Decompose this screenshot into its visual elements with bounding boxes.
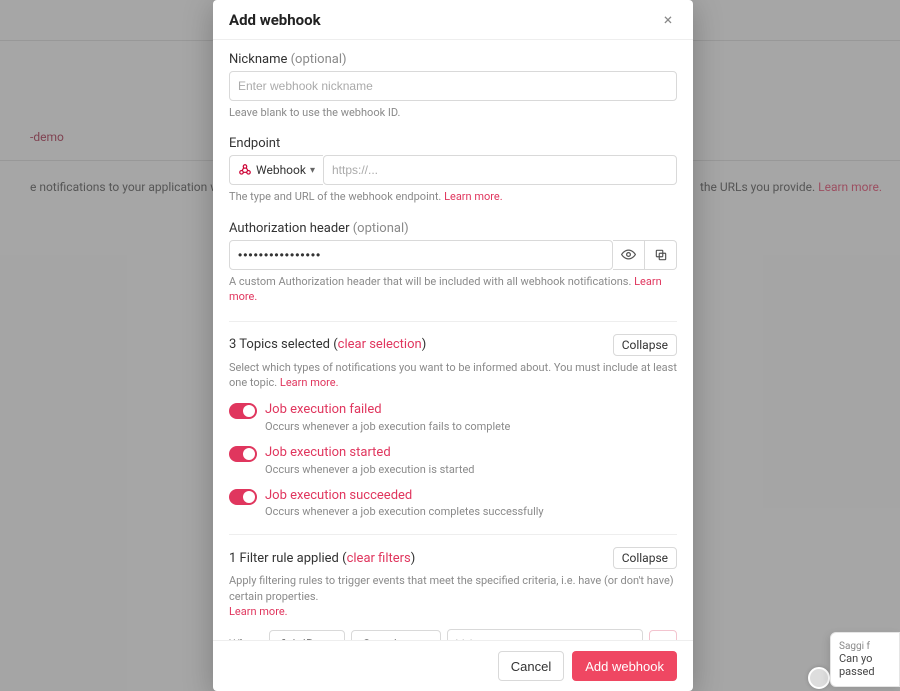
chat-widget[interactable]: Saggi f Can yo passed <box>830 632 900 687</box>
filters-learn-more-link[interactable]: Learn more. <box>229 605 288 618</box>
topics-count: 3 Topics selected (clear selection) <box>229 337 426 352</box>
auth-label: Authorization header (optional) <box>229 221 677 236</box>
divider <box>229 534 677 535</box>
topics-learn-more-link[interactable]: Learn more. <box>280 376 339 389</box>
chat-avatar[interactable] <box>808 667 830 689</box>
topic-desc: Occurs whenever a job execution complete… <box>265 505 544 518</box>
filter-field-select[interactable]: Job ID <box>269 630 345 640</box>
endpoint-learn-more-link[interactable]: Learn more. <box>444 190 503 203</box>
auth-section: Authorization header (optional) <box>229 221 677 305</box>
submit-button[interactable]: Add webhook <box>572 651 677 681</box>
topic-toggle[interactable] <box>229 403 257 419</box>
topic-desc: Occurs whenever a job execution is start… <box>265 463 475 476</box>
auth-input[interactable] <box>229 240 613 270</box>
modal-footer: Cancel Add webhook <box>213 640 693 691</box>
copy-icon <box>654 248 668 262</box>
chevron-down-icon: ▾ <box>310 165 315 176</box>
filter-more-button[interactable]: ⋯ <box>649 630 677 640</box>
endpoint-section: Endpoint Webhook ▾ The type and URL of t… <box>229 136 677 204</box>
divider <box>229 321 677 322</box>
nickname-section: Nickname (optional) Leave blank to use t… <box>229 52 677 120</box>
topics-section: 3 Topics selected (clear selection) Coll… <box>229 334 677 519</box>
cancel-button[interactable]: Cancel <box>498 651 564 681</box>
topic-item: Job execution failed Occurs whenever a j… <box>229 402 677 433</box>
chat-sender: Saggi f <box>839 641 891 652</box>
endpoint-label: Endpoint <box>229 136 677 151</box>
modal-header: Add webhook × <box>213 0 693 40</box>
auth-help: A custom Authorization header that will … <box>229 274 677 305</box>
nickname-label: Nickname (optional) <box>229 52 677 67</box>
close-icon[interactable]: × <box>659 10 677 29</box>
topic-title[interactable]: Job execution failed <box>265 402 510 418</box>
filters-count: 1 Filter rule applied (clear filters) <box>229 551 415 566</box>
modal-title: Add webhook <box>229 11 321 29</box>
nickname-help: Leave blank to use the webhook ID. <box>229 105 677 120</box>
topic-title[interactable]: Job execution succeeded <box>265 488 544 504</box>
endpoint-url-input[interactable] <box>323 155 677 185</box>
filters-help: Apply filtering rules to trigger events … <box>229 573 677 619</box>
topic-toggle[interactable] <box>229 446 257 462</box>
topics-collapse-button[interactable]: Collapse <box>613 334 677 356</box>
topic-item: Job execution succeeded Occurs whenever … <box>229 488 677 519</box>
nickname-input[interactable] <box>229 71 677 101</box>
chat-line: Can yo <box>839 652 891 665</box>
viewport: -demo e notifications to your applicatio… <box>0 0 900 691</box>
filters-collapse-button[interactable]: Collapse <box>613 547 677 569</box>
filter-operator-select[interactable]: Contains <box>351 630 441 640</box>
copy-auth-button[interactable] <box>645 240 677 270</box>
endpoint-help: The type and URL of the webhook endpoint… <box>229 189 677 204</box>
filter-value-input[interactable] <box>447 629 643 640</box>
topic-item: Job execution started Occurs whenever a … <box>229 445 677 476</box>
add-webhook-modal: Add webhook × Nickname (optional) Leave … <box>213 0 693 691</box>
topic-desc: Occurs whenever a job execution fails to… <box>265 420 510 433</box>
clear-topics-link[interactable]: clear selection <box>338 337 422 352</box>
webhook-type-icon <box>238 163 252 177</box>
chat-line: passed <box>839 665 891 678</box>
filter-rule-row: Where Job ID Contains ⋯ <box>229 629 677 640</box>
eye-icon <box>621 247 636 262</box>
modal-body: Nickname (optional) Leave blank to use t… <box>213 40 693 640</box>
clear-filters-link[interactable]: clear filters <box>347 551 411 566</box>
topics-help: Select which types of notifications you … <box>229 360 677 391</box>
filters-section: 1 Filter rule applied (clear filters) Co… <box>229 547 677 640</box>
reveal-auth-button[interactable] <box>613 240 645 270</box>
topic-title[interactable]: Job execution started <box>265 445 475 461</box>
endpoint-type-select[interactable]: Webhook ▾ <box>229 155 323 185</box>
topic-toggle[interactable] <box>229 489 257 505</box>
